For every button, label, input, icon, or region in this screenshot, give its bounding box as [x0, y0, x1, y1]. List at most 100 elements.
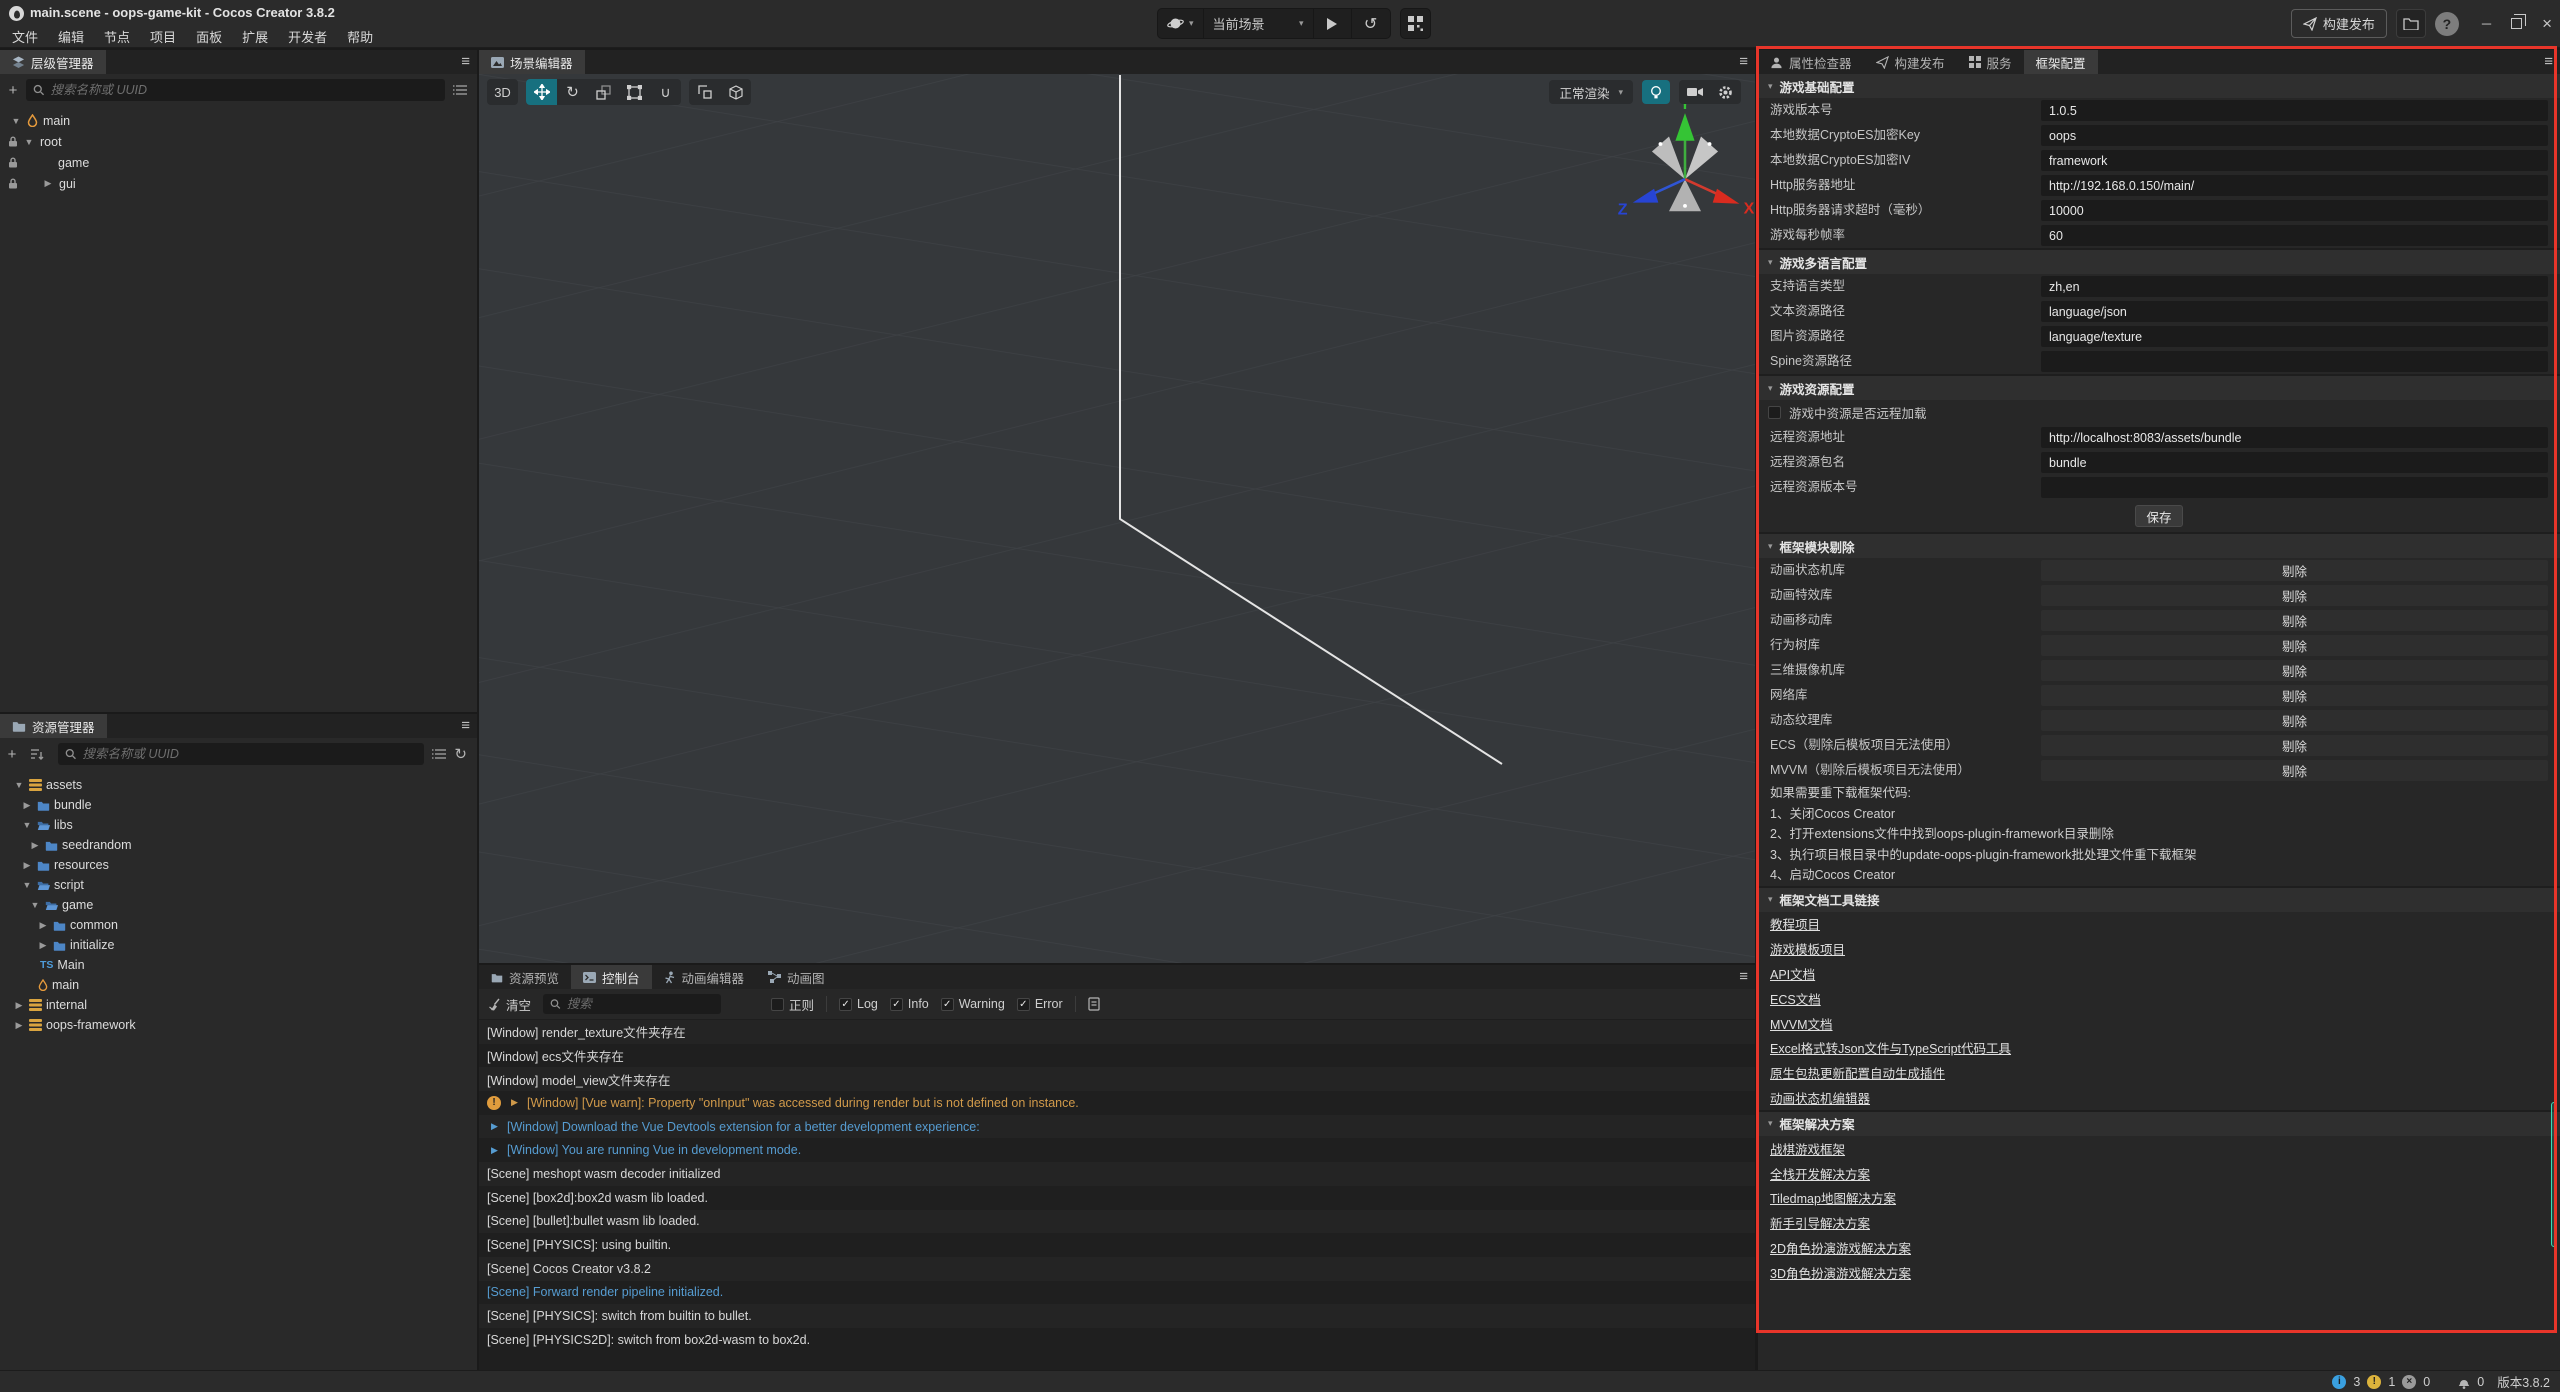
- tab-asset-preview[interactable]: 资源预览: [479, 965, 571, 989]
- section-header[interactable]: ▾游戏资源配置: [1758, 376, 2560, 400]
- log-row-info[interactable]: [Scene] Forward render pipeline initiali…: [479, 1281, 1755, 1305]
- asset-node-seedrandom[interactable]: ▶ seedrandom: [0, 835, 477, 855]
- log-row[interactable]: [Scene] [bullet]:bullet wasm lib loaded.: [479, 1210, 1755, 1234]
- asset-node-common[interactable]: ▶ common: [0, 915, 477, 935]
- remove-module-button[interactable]: 剔除: [2041, 585, 2548, 606]
- remote-res-url-input[interactable]: [2041, 427, 2548, 448]
- preview-qr-button[interactable]: [1400, 8, 1431, 39]
- asset-node-resources[interactable]: ▶ resources: [0, 855, 477, 875]
- remote-res-version-input[interactable]: [2041, 477, 2548, 498]
- transform-gizmo-button[interactable]: ∪: [650, 79, 681, 105]
- menu-project[interactable]: 项目: [140, 25, 186, 48]
- create-node-button[interactable]: +: [0, 82, 26, 99]
- regex-checkbox[interactable]: 正则: [771, 995, 814, 1014]
- scene-selector-dropdown[interactable]: 当前场景 ▾: [1204, 9, 1314, 38]
- log-row[interactable]: [Window] model_view文件夹存在: [479, 1067, 1755, 1091]
- tree-node-root[interactable]: ▼ root: [0, 131, 477, 152]
- filter-icon[interactable]: [432, 748, 446, 760]
- save-button[interactable]: 保存: [2135, 505, 2182, 527]
- tab-build-publish[interactable]: 构建发布: [1864, 50, 1957, 74]
- game-version-input[interactable]: [2041, 100, 2548, 121]
- remove-module-button[interactable]: 剔除: [2041, 560, 2548, 581]
- filter-error-checkbox[interactable]: ✓ Error: [1017, 997, 1063, 1011]
- log-row[interactable]: [Scene] [box2d]:box2d wasm lib loaded.: [479, 1186, 1755, 1210]
- http-timeout-input[interactable]: [2041, 200, 2548, 221]
- http-server-input[interactable]: [2041, 175, 2548, 196]
- image-res-path-input[interactable]: [2041, 326, 2548, 347]
- tree-node-gui[interactable]: ▶ gui: [0, 173, 477, 194]
- hierarchy-search[interactable]: [26, 79, 445, 101]
- platform-selector[interactable]: ▾: [1158, 9, 1204, 38]
- assets-menu-icon[interactable]: ≡: [461, 717, 470, 735]
- log-row-info[interactable]: ▶ [Window] You are running Vue in develo…: [479, 1138, 1755, 1162]
- remove-module-button[interactable]: 剔除: [2041, 610, 2548, 631]
- crypto-iv-input[interactable]: [2041, 150, 2548, 171]
- move-tool-button[interactable]: [526, 79, 557, 105]
- inspector-menu-icon[interactable]: ≡: [2544, 53, 2553, 71]
- fps-input[interactable]: [2041, 225, 2548, 246]
- error-count-icon[interactable]: ×: [2402, 1375, 2416, 1389]
- build-publish-button[interactable]: 构建发布: [2291, 9, 2387, 38]
- bell-icon[interactable]: [2458, 1375, 2470, 1389]
- console-search[interactable]: [543, 994, 721, 1014]
- maximize-button[interactable]: [2511, 18, 2522, 29]
- filter-log-checkbox[interactable]: ✓ Log: [839, 997, 878, 1011]
- asset-node-main-scene[interactable]: main: [0, 975, 477, 995]
- asset-node-script[interactable]: ▼ script: [0, 875, 477, 895]
- link-api-doc[interactable]: API文档: [1770, 964, 1815, 983]
- minimize-button[interactable]: ─: [2482, 16, 2491, 31]
- console-menu-icon[interactable]: ≡: [1739, 968, 1748, 986]
- asset-node-assets[interactable]: ▼ assets: [0, 775, 477, 795]
- remove-module-button[interactable]: 剔除: [2041, 760, 2548, 781]
- filter-warning-checkbox[interactable]: ✓ Warning: [941, 997, 1005, 1011]
- help-button[interactable]: ?: [2435, 12, 2459, 36]
- scene-viewport[interactable]: 3D ↻ ∪: [479, 74, 1755, 963]
- warning-count-icon[interactable]: !: [2367, 1375, 2381, 1389]
- link-2d-rpg-solution[interactable]: 2D角色扮演游戏解决方案: [1770, 1238, 1911, 1257]
- create-asset-button[interactable]: +: [0, 746, 24, 763]
- log-row-info[interactable]: ▶ [Window] Download the Vue Devtools ext…: [479, 1115, 1755, 1139]
- menu-extension[interactable]: 扩展: [232, 25, 278, 48]
- link-hotupdate-plugin[interactable]: 原生包热更新配置自动生成插件: [1770, 1063, 1945, 1082]
- link-template-project[interactable]: 游戏模板项目: [1770, 939, 1845, 958]
- rotate-tool-button[interactable]: ↻: [557, 79, 588, 105]
- remove-module-button[interactable]: 剔除: [2041, 660, 2548, 681]
- asset-node-bundle[interactable]: ▶ bundle: [0, 795, 477, 815]
- tree-node-main[interactable]: ▼ main: [0, 110, 477, 131]
- section-header[interactable]: ▾游戏多语言配置: [1758, 250, 2560, 274]
- log-file-button[interactable]: [1088, 997, 1100, 1011]
- text-res-path-input[interactable]: [2041, 301, 2548, 322]
- log-row[interactable]: [Scene] Cocos Creator v3.8.2: [479, 1257, 1755, 1281]
- close-button[interactable]: ×: [2542, 14, 2552, 34]
- language-types-input[interactable]: [2041, 276, 2548, 297]
- tab-animation-graph[interactable]: 动画图: [756, 965, 837, 989]
- hierarchy-menu-icon[interactable]: ≡: [461, 53, 470, 71]
- section-header[interactable]: ▾框架模块剔除: [1758, 534, 2560, 558]
- info-count-icon[interactable]: i: [2332, 1375, 2346, 1389]
- link-excel-tool[interactable]: Excel格式转Json文件与TypeScript代码工具: [1770, 1038, 2011, 1057]
- tab-hierarchy[interactable]: 层级管理器: [0, 50, 106, 74]
- open-project-folder-button[interactable]: [2396, 9, 2426, 38]
- scale-tool-button[interactable]: [588, 79, 619, 105]
- tab-assets[interactable]: 资源管理器: [0, 714, 107, 738]
- tab-services[interactable]: 服务: [1957, 50, 2024, 74]
- asset-node-main-ts[interactable]: TS Main: [0, 955, 477, 975]
- log-row-warning[interactable]: ! ▶ [Window] [Vue warn]: Property "onInp…: [479, 1091, 1755, 1115]
- refresh-icon[interactable]: ↻: [454, 745, 467, 763]
- link-tiledmap-solution[interactable]: Tiledmap地图解决方案: [1770, 1188, 1896, 1207]
- assets-search[interactable]: [58, 743, 424, 765]
- link-3d-rpg-solution[interactable]: 3D角色扮演游戏解决方案: [1770, 1263, 1911, 1282]
- sort-icon[interactable]: [24, 748, 50, 760]
- remove-module-button[interactable]: 剔除: [2041, 635, 2548, 656]
- log-row[interactable]: [Scene] [PHYSICS]: switch from builtin t…: [479, 1304, 1755, 1328]
- assets-search-input[interactable]: [82, 747, 417, 761]
- tab-scene-editor[interactable]: 场景编辑器: [479, 50, 585, 74]
- asset-node-initialize[interactable]: ▶ initialize: [0, 935, 477, 955]
- filter-icon[interactable]: [453, 84, 467, 96]
- mode-3d-button[interactable]: 3D: [487, 79, 518, 105]
- scene-light-toggle[interactable]: [1642, 80, 1670, 104]
- tab-framework-config[interactable]: 框架配置: [2024, 50, 2098, 74]
- section-header[interactable]: ▾框架文档工具链接: [1758, 888, 2560, 912]
- menu-panel[interactable]: 面板: [186, 25, 232, 48]
- link-chess-framework[interactable]: 战棋游戏框架: [1770, 1139, 1845, 1158]
